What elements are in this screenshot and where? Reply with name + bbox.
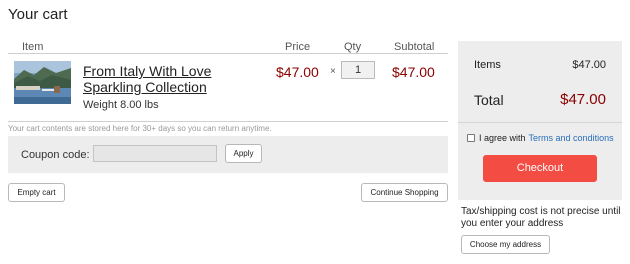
summary-items-value: $47.00	[572, 59, 606, 71]
continue-shopping-button[interactable]: Continue Shopping	[361, 183, 448, 202]
summary-divider	[458, 122, 622, 123]
item-subtotal: $47.00	[392, 64, 435, 80]
summary-total-value: $47.00	[560, 91, 606, 108]
apply-coupon-button[interactable]: Apply	[225, 144, 262, 163]
summary-items-label: Items	[474, 59, 501, 71]
cart-storage-note: Your cart contents are stored here for 3…	[8, 124, 272, 133]
checkout-button[interactable]: Checkout	[483, 155, 597, 182]
quantity-input[interactable]	[341, 61, 375, 79]
terms-agreement: I agree with Terms and conditions	[467, 133, 614, 143]
empty-cart-button[interactable]: Empty cart	[8, 183, 65, 202]
header-price: Price	[285, 41, 311, 53]
product-thumbnail[interactable]	[14, 61, 71, 104]
summary-total-label: Total	[474, 92, 504, 108]
cart-item-row: From Italy With Love Sparkling Collectio…	[8, 56, 448, 122]
choose-address-button[interactable]: Choose my address	[461, 235, 550, 254]
header-item: Item	[22, 41, 44, 53]
terms-and-conditions-link[interactable]: Terms and conditions	[529, 133, 614, 143]
header-subtotal: Subtotal	[394, 41, 435, 53]
multiply-icon: ×	[330, 66, 336, 77]
item-price: $47.00	[276, 64, 319, 80]
agree-terms-checkbox[interactable]	[467, 134, 475, 142]
coupon-panel: Coupon code: Apply	[8, 136, 448, 173]
product-name-link[interactable]: From Italy With Love Sparkling Collectio…	[83, 63, 253, 95]
order-summary-panel: Items $47.00 Total $47.00 I agree with T…	[458, 41, 622, 200]
product-weight: Weight 8.00 lbs	[83, 99, 159, 111]
page-title: Your cart	[8, 6, 68, 23]
coupon-label: Coupon code:	[21, 149, 90, 161]
shipping-cost-note: Tax/shipping cost is not precise until y…	[461, 206, 621, 229]
header-qty: Qty	[344, 41, 362, 53]
agree-text: I agree with	[479, 133, 526, 143]
cart-table-header: Item Price Qty Subtotal	[8, 41, 448, 54]
coupon-code-input[interactable]	[93, 145, 217, 162]
